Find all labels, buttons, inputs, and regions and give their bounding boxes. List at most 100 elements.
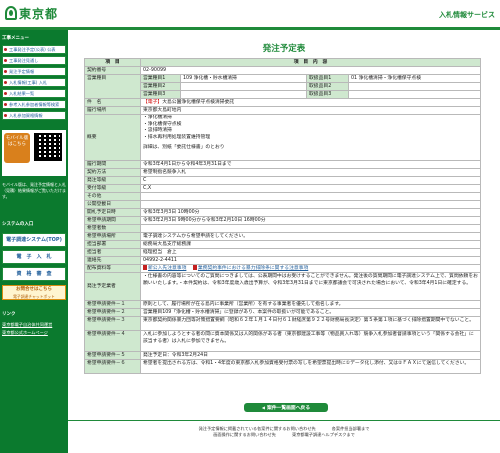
footer-text: 各案件担当部署まで [331, 426, 370, 431]
inquiry-button[interactable]: お問合せはこちら 電子調達チャットボット [2, 285, 66, 300]
sub-label: 営業種目3 [140, 90, 181, 99]
footer-line-2: 画面操作に関するお問い合わせ先 東京都電子調達ヘルプデスクまで [68, 432, 500, 438]
table-row: 配布資料等 新公入先注意事項 業務契約事件における暴力排除条に関する注意事項 [84, 264, 482, 273]
row-value [139, 224, 482, 233]
sidebar-system-heading: システムの入口 [2, 222, 34, 227]
sub-label: 営業種目1 [140, 74, 181, 83]
table-row: 営業種目2 取扱品目2 [85, 82, 482, 91]
row-value: 令和3年2月3日 9時00分から令和3年2月10日 16時00分 [139, 216, 482, 225]
table-row: 営業種目 営業種目1 109 浄化槽・貯水槽清掃 取扱品目1 01 浄化槽清掃・… [84, 74, 482, 99]
sidebar-item-4[interactable]: 入札結果一覧 [2, 89, 66, 98]
condition-value: 東京都契約関係暴力団等対策措置要綱（昭和６２年１月１４日付６１財経庶第９２２号財… [139, 316, 482, 331]
business-type-3 [180, 90, 307, 99]
row-label: 公開登載日 [84, 200, 141, 209]
row-label: 希望申請要件－４ [84, 330, 141, 352]
sidebar: 工事メニュー 工事発注予定(公表) 公表 工事発注見通し 発注予定情報 入札情報… [0, 30, 68, 453]
e-bidding-button[interactable]: 電 子 入 札 [2, 250, 66, 264]
row-label: 受付等級 [84, 184, 141, 193]
row-label: 履行期間 [84, 160, 141, 169]
sidebar-item-0[interactable]: 工事発注予定(公表) 公表 [2, 45, 66, 54]
row-label: 担当者 [84, 248, 141, 257]
electronic-tag: 【電子】 [143, 100, 163, 105]
footer-text: 東京都電子調達ヘルプデスクまで [292, 432, 355, 437]
sidebar-item-1[interactable]: 工事発注見通し [2, 56, 66, 65]
table-row: 希望申請要件－３ 東京都契約関係暴力団等対策措置要綱（昭和６２年１月１４日付６１財… [84, 316, 482, 331]
link-joint-operation[interactable]: 東京都電子自治体共同運営 [2, 322, 66, 328]
row-value: 電子調達システムから希望申請をしてください。 [139, 232, 482, 241]
tokyo-logo[interactable]: 東京都 [5, 4, 58, 22]
mobile-link[interactable]: モバイル版はこちら [4, 133, 30, 163]
table-row: 公開登載日 [84, 200, 482, 209]
table-row: 希望申請要件－１ 原則として、履行場所が在る島内に事業所（営業所）を有する事業者を… [84, 300, 482, 309]
footer-text: 発注予定情報に掲載されている各案件に関するお問い合わせ先 [198, 426, 316, 431]
inquiry-label: お問合せはこちら [16, 287, 52, 292]
table-row: 営業種目3 取扱品目3 [85, 90, 482, 99]
table-row: 希望申請要件－４ 入札に参加しようとする者の間に資本関係又は人的関係がある者（東京… [84, 330, 482, 352]
row-value: 経理担当 倉上 [139, 248, 482, 257]
docs-cell: 新公入先注意事項 業務契約事件における暴力排除条に関する注意事項 [139, 264, 482, 273]
table-row: その他 [84, 192, 482, 201]
col-item-header: 項 目 [84, 58, 141, 67]
subject-value: 大島公園浄化槽保守点検清掃委託 [162, 100, 235, 105]
qr-code-icon [34, 133, 62, 161]
summary-cell: ・浄化槽清掃 ・浄化槽保守点検 ・汲排時清掃 ・排水再利用処理装置維持管理 詳細… [139, 114, 482, 161]
summary-line: 詳細は、別紙「委託仕様書」のとおり [143, 145, 225, 150]
place-value: 東京都大島町地内 [139, 106, 482, 115]
condition-value: 入札に参加しようとする者の間に資本関係又は人的関係がある者（東京都建設工事等（物… [139, 330, 482, 352]
row-value: 令和3年4月1日から令和4年3月31日まで [139, 160, 482, 169]
order-detail-table: 項 目 項 目 内 容 契約番号 02-90099 営業種目 営業種目1 109… [84, 58, 482, 374]
tokyo-emblem-icon [5, 6, 17, 20]
back-to-list-button[interactable]: 案件一覧画面へ戻る [244, 403, 328, 412]
sidebar-item-2[interactable]: 発注予定情報 [2, 67, 66, 76]
qualification-button[interactable]: 資 格 審 査 [2, 267, 66, 281]
row-value: C,X [139, 184, 482, 193]
table-header-row: 項 目 項 目 内 容 [84, 58, 482, 67]
page-title: 発注予定表 [262, 44, 306, 54]
sidebar-item-3[interactable]: 入札情報(工事) 入札 [2, 78, 66, 87]
row-label: 希望者数 [84, 224, 141, 233]
sidebar-item-5[interactable]: 参考入札参加者情報等検索 [2, 100, 66, 109]
condition-value: 営業種目109「浄化槽・貯水槽清掃」に登録があり、本案件の取扱いが可能であること… [139, 308, 482, 317]
business-type-2 [180, 82, 307, 91]
row-label: 営業種目 [84, 74, 141, 99]
row-label: 履行場所 [84, 106, 141, 115]
pdf-icon [143, 265, 147, 270]
table-row: 希望申請期間 令和3年2月3日 9時00分から令和3年2月10日 16時00分 [84, 216, 482, 225]
system-top-button[interactable]: 電子調達システム(TOP) [2, 233, 66, 247]
sub-label: 営業種目2 [140, 82, 181, 91]
table-row: 担当部署 総務局大島支庁総務課 [84, 240, 482, 249]
row-label: 希望申請要件－２ [84, 308, 141, 317]
sidebar-links-heading: リンク [2, 312, 16, 317]
table-row: 希望申請要件－６ 希望者を提出される方は、令和1・4年度の東京都入札参加資格受付票… [84, 359, 482, 374]
sub-label: 取扱品目3 [306, 90, 349, 99]
row-value: C [139, 176, 482, 185]
row-label: 契約方法 [84, 168, 141, 177]
row-label: 発注予定業者 [84, 272, 141, 301]
row-label: 件 名 [84, 98, 141, 107]
condition-value: 発注予定日：令和3年2月24日 [139, 351, 482, 360]
handling-item-1: 01 浄化槽清掃・浄化槽保守点検 [347, 74, 482, 83]
row-label: 担当部署 [84, 240, 141, 249]
row-label: 配布資料等 [84, 264, 141, 273]
mobile-promo: モバイル版はこちら [2, 130, 66, 176]
link-tokyo-homepage[interactable]: 東京都公式ホームページ [2, 330, 66, 336]
row-value: 04992-2-4411 [139, 256, 482, 265]
table-row: 発注等級 C [84, 176, 482, 185]
row-label: 希望申請要件－５ [84, 351, 141, 360]
doc-link-2[interactable]: 業務契約事件における暴力排除条に関する注意事項 [198, 266, 308, 271]
col-content-header: 項 目 内 容 [139, 58, 482, 67]
row-label: 希望申請期間 [84, 216, 141, 225]
doc-link-1[interactable]: 新公入先注意事項 [148, 266, 186, 271]
table-row: 発注予定業者 ・仕様書の内容等についてのご質問につきましては、公表期間中はお受け… [84, 272, 482, 301]
condition-value: 原則として、履行場所が在る島内に事業所（営業所）を有する事業者を優先して指名しま… [139, 300, 482, 309]
row-label: 概要 [84, 114, 141, 161]
table-row: 開札予定日時 令和3年3月3日 10時00分 [84, 208, 482, 217]
page-footer: 発注予定情報に掲載されている各案件に関するお問い合わせ先 各案件担当部署まで 画面… [68, 426, 500, 438]
table-row: 契約方法 希望制指名競争入札 [84, 168, 482, 177]
footer-divider [68, 420, 500, 421]
sidebar-item-6[interactable]: 入札参加資格情報 [2, 111, 66, 120]
table-row: 担当者 経理担当 倉上 [84, 248, 482, 257]
row-value: 総務局大島支庁総務課 [139, 240, 482, 249]
row-label: その他 [84, 192, 141, 201]
pdf-icon [192, 265, 197, 270]
